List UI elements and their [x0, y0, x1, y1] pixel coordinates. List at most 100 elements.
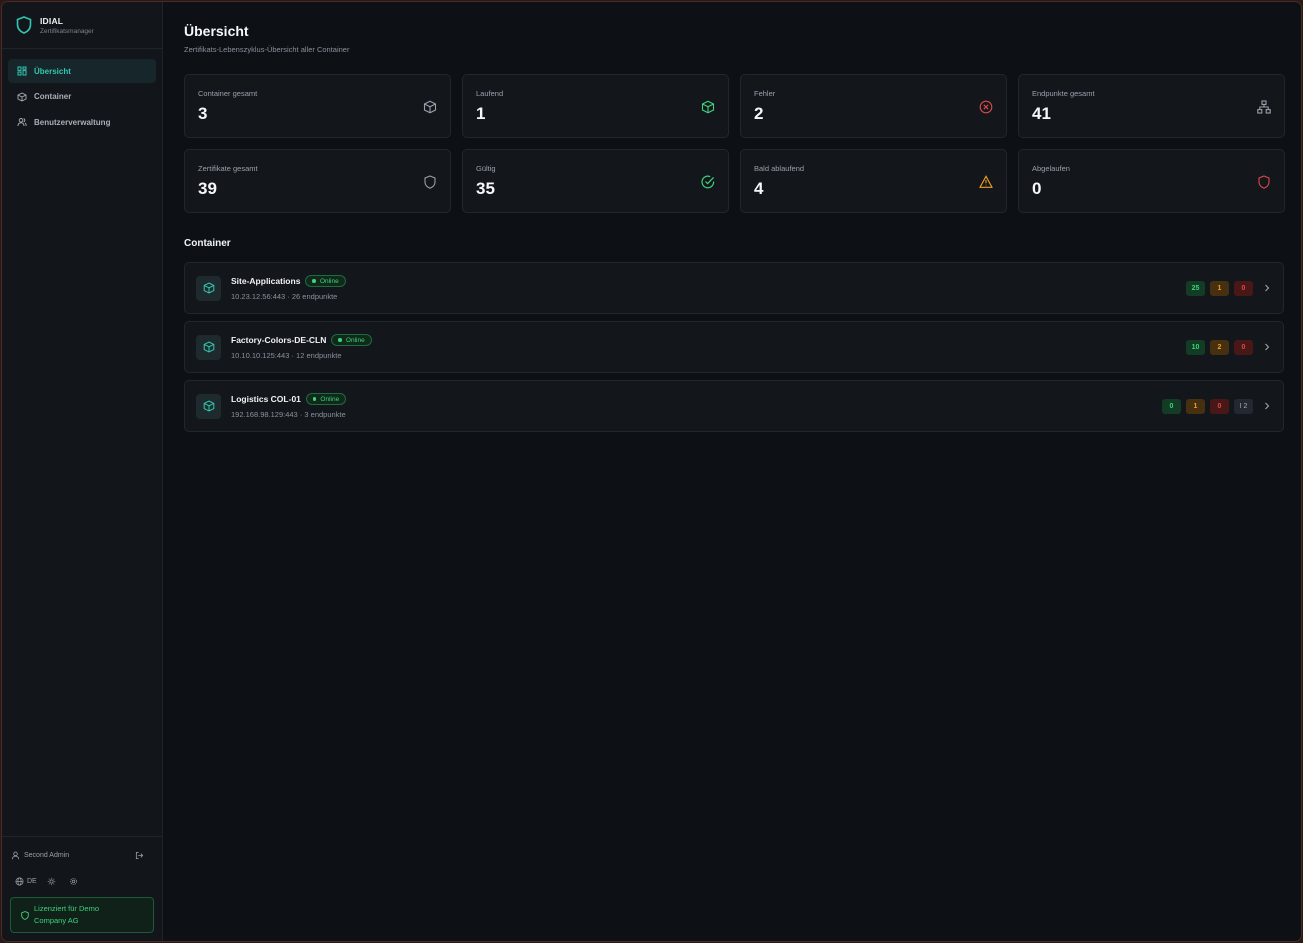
x-circle-icon — [979, 100, 993, 114]
page-subtitle: Zertifikats-Lebenszyklus-Übersicht aller… — [184, 45, 350, 54]
sidebar-item-container[interactable]: Container — [8, 85, 156, 109]
settings-button[interactable] — [69, 877, 81, 886]
stat-value: 2 — [754, 104, 764, 123]
sidebar-footer: Second Admin DE Lizenziert für Demo Comp… — [2, 836, 162, 941]
brand: IDIAL Zertifikatsmanager — [2, 2, 162, 49]
gear-icon — [69, 877, 77, 885]
shield-icon — [21, 910, 29, 920]
user-icon — [11, 851, 20, 859]
stat-card-zertifikate-gesamt: Zertifikate gesamt 39 — [184, 149, 451, 213]
logout-icon[interactable] — [135, 851, 144, 860]
sidebar: IDIAL Zertifikatsmanager Übersicht Conta… — [2, 2, 163, 941]
container-icon-box — [196, 334, 221, 360]
app-name: IDIAL — [40, 15, 64, 26]
chevron-right-icon — [1265, 284, 1270, 292]
count-expired: 0 — [1234, 280, 1253, 296]
user-row: Second Admin — [2, 837, 162, 873]
container-row[interactable]: Factory-Colors-DE-CLN Online 10.10.10.12… — [184, 321, 1284, 373]
count-expiring: 1 — [1186, 398, 1205, 414]
container-icon-box — [196, 275, 221, 301]
network-icon — [1257, 100, 1271, 114]
container-meta: 192.168.98.129:443 · 3 endpunkte — [231, 410, 346, 419]
count-expiring: 2 — [1210, 339, 1229, 355]
container-row[interactable]: Site-Applications Online 10.23.12.56:443… — [184, 262, 1284, 314]
status-badge: Online — [305, 275, 346, 287]
globe-icon — [15, 877, 24, 885]
container-name: Factory-Colors-DE-CLN — [231, 335, 327, 345]
stat-label: Container gesamt — [198, 89, 258, 98]
license-text: Lizenziert für Demo Company AG — [34, 904, 100, 925]
language-label: DE — [27, 877, 37, 885]
box-icon — [423, 100, 437, 114]
stat-value: 4 — [754, 179, 764, 198]
count-expiring: 1 — [1210, 280, 1229, 296]
container-row[interactable]: Logistics COL-01 Online 192.168.98.129:4… — [184, 380, 1284, 432]
warning-icon — [979, 175, 993, 188]
sidebar-item-benutzerverwaltung[interactable]: Benutzerverwaltung — [8, 110, 156, 134]
sidebar-item-label: Übersicht — [34, 66, 71, 76]
stat-card-laufend: Laufend 1 — [462, 74, 729, 138]
container-list: Site-Applications Online 10.23.12.56:443… — [184, 262, 1284, 432]
stat-card-fehler: Fehler 2 — [740, 74, 1007, 138]
box-icon — [701, 100, 715, 114]
stat-value: 41 — [1032, 104, 1051, 123]
license-banner: Lizenziert für Demo Company AG — [10, 897, 154, 933]
page-title: Übersicht — [184, 23, 249, 39]
container-meta: 10.23.12.56:443 · 26 endpunkte — [231, 292, 338, 301]
box-icon — [17, 91, 27, 102]
sun-icon — [47, 877, 56, 885]
cert-counts: 10 2 0 — [1181, 339, 1271, 355]
check-circle-icon — [701, 175, 715, 189]
box-icon — [203, 400, 214, 412]
sidebar-item-uebersicht[interactable]: Übersicht — [8, 59, 156, 83]
chevron-right-icon — [1265, 402, 1270, 410]
language-switch[interactable]: DE — [15, 877, 37, 886]
stat-label: Fehler — [754, 89, 776, 98]
app-subtitle: Zertifikatsmanager — [40, 27, 94, 35]
shield-logo-icon — [16, 16, 32, 34]
stat-label: Abgelaufen — [1032, 164, 1070, 173]
box-icon — [203, 341, 214, 353]
container-meta: 10.10.10.125:443 · 12 endpunkte — [231, 351, 342, 360]
stat-value: 3 — [198, 104, 208, 123]
grid-icon — [17, 66, 27, 76]
theme-toggle[interactable] — [47, 877, 59, 886]
count-expired: 0 — [1210, 398, 1229, 414]
stat-card-endpunkte-gesamt: Endpunkte gesamt 41 — [1018, 74, 1285, 138]
status-badge: Online — [331, 334, 372, 346]
stat-card-container-gesamt: Container gesamt 3 — [184, 74, 451, 138]
count-other: I 2 — [1234, 398, 1253, 414]
sidebar-item-label: Benutzerverwaltung — [34, 117, 111, 127]
stat-label: Bald ablaufend — [754, 164, 805, 173]
user-name: Second Admin — [24, 851, 70, 859]
section-title-container: Container — [184, 238, 231, 249]
sidebar-nav: Übersicht Container Benutzerverwaltung — [2, 49, 162, 146]
stat-label: Gültig — [476, 164, 496, 173]
app-window: IDIAL Zertifikatsmanager Übersicht Conta… — [2, 2, 1301, 941]
stat-value: 35 — [476, 179, 495, 198]
toolbar-row: DE — [2, 873, 162, 889]
count-valid: 10 — [1186, 339, 1205, 355]
stat-label: Endpunkte gesamt — [1032, 89, 1095, 98]
stat-card-gueltig: Gültig 35 — [462, 149, 729, 213]
stat-card-abgelaufen: Abgelaufen 0 — [1018, 149, 1285, 213]
shield-icon — [1258, 175, 1270, 189]
sidebar-item-label: Container — [34, 92, 72, 101]
stat-value: 39 — [198, 179, 217, 198]
count-valid: 0 — [1162, 398, 1181, 414]
stat-card-bald-ablaufend: Bald ablaufend 4 — [740, 149, 1007, 213]
cert-counts: 25 1 0 — [1181, 280, 1271, 296]
stat-value: 1 — [476, 104, 486, 123]
count-expired: 0 — [1234, 339, 1253, 355]
stats-grid: Container gesamt 3 Laufend 1 Fehler 2 En… — [184, 74, 1285, 213]
shield-icon — [424, 175, 436, 189]
container-icon-box — [196, 393, 221, 419]
box-icon — [203, 282, 214, 294]
status-badge: Online — [305, 393, 347, 405]
users-icon — [17, 118, 27, 127]
stat-label: Zertifikate gesamt — [198, 164, 258, 173]
stat-label: Laufend — [476, 89, 504, 98]
container-name: Site-Applications — [231, 276, 301, 286]
count-valid: 25 — [1186, 280, 1205, 296]
main-content: Übersicht Zertifikats-Lebenszyklus-Übers… — [184, 2, 1285, 439]
